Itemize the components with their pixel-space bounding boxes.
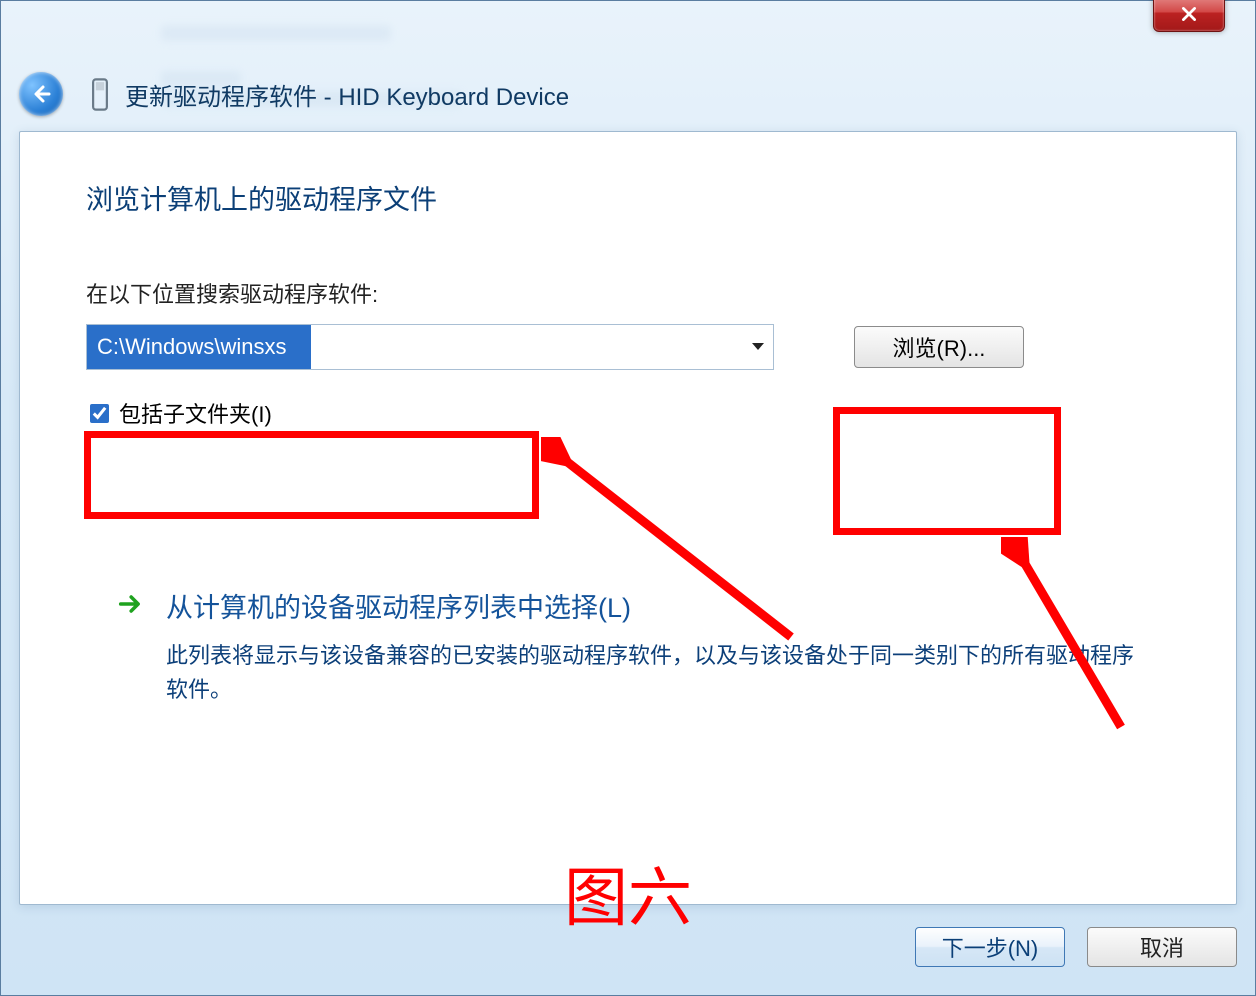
combobox-track <box>311 325 743 369</box>
annotation-arrow-to-browse <box>1001 537 1141 737</box>
include-subfolders-row[interactable]: 包括子文件夹(I) <box>86 397 1170 429</box>
device-icon <box>89 79 111 109</box>
wizard-title: 更新驱动程序软件 - HID Keyboard Device <box>125 77 569 112</box>
back-button[interactable] <box>19 72 63 116</box>
include-subfolders-label: 包括子文件夹(I) <box>119 397 272 429</box>
arrow-left-icon <box>29 82 53 106</box>
dropdown-arrow[interactable] <box>743 325 773 369</box>
wizard-header: 更新驱动程序软件 - HID Keyboard Device <box>19 69 1225 119</box>
page-heading: 浏览计算机上的驱动程序文件 <box>86 178 1170 217</box>
driver-path-input[interactable] <box>87 325 311 369</box>
include-subfolders-checkbox[interactable] <box>90 404 109 423</box>
arrow-right-icon <box>116 590 144 618</box>
search-location-label: 在以下位置搜索驱动程序软件: <box>86 277 1170 309</box>
cancel-button[interactable]: 取消 <box>1087 927 1237 967</box>
browse-button[interactable]: 浏览(R)... <box>854 326 1024 368</box>
annotation-arrow-to-path <box>541 437 811 657</box>
wizard-footer: 下一步(N) 取消 <box>19 917 1237 977</box>
chevron-down-icon <box>751 342 765 352</box>
window-close-button[interactable] <box>1153 0 1225 32</box>
close-icon <box>1180 5 1198 23</box>
next-button[interactable]: 下一步(N) <box>915 927 1065 967</box>
driver-path-combobox[interactable] <box>86 324 774 370</box>
